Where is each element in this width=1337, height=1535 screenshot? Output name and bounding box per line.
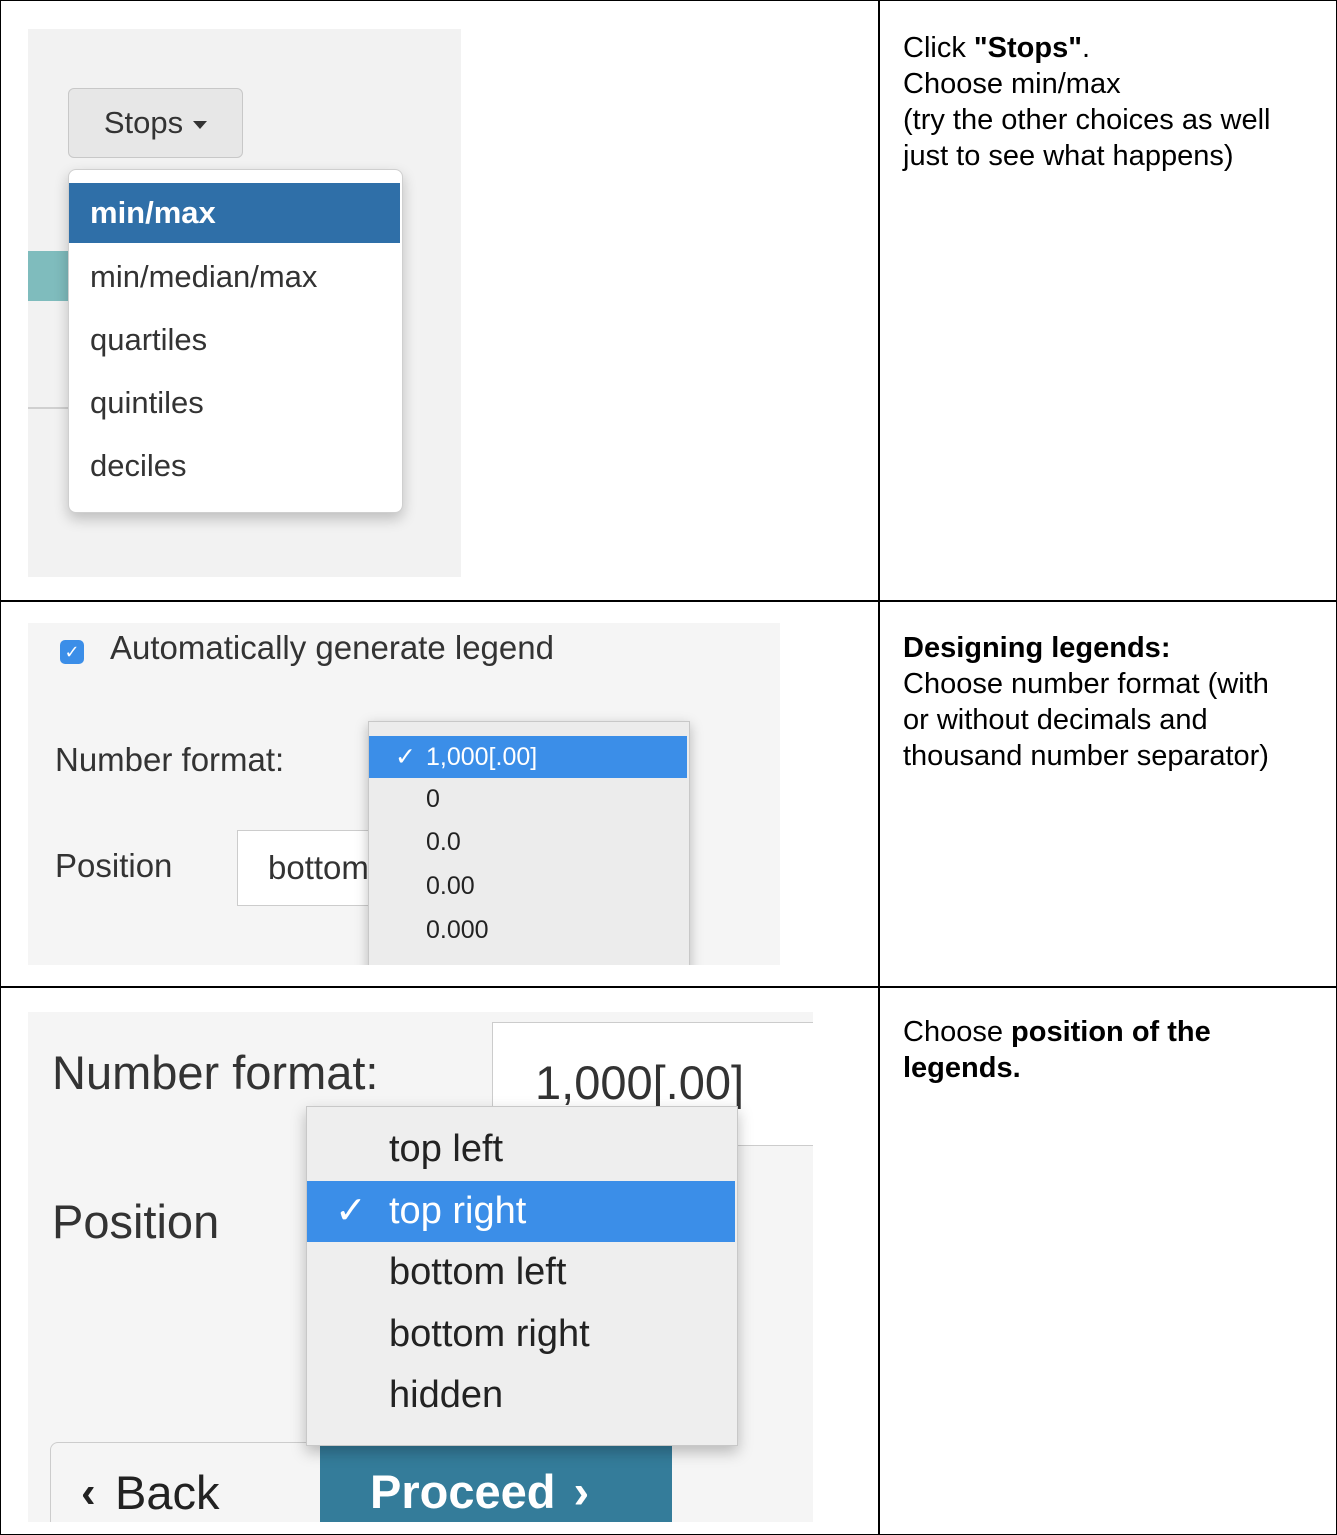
number-format-menu: ✓ 1,000[.00] 0 0.0 0.00 0.000: [368, 721, 690, 965]
menu-item-label: top right: [389, 1190, 527, 1232]
row-divider-1: [0, 600, 1337, 602]
instruction-bold: "Stops": [973, 32, 1082, 64]
chevron-right-icon: ›: [573, 1465, 590, 1518]
divider: [28, 407, 70, 409]
position-screenshot: Number format: 1,000[.00] Position ‹ Bac…: [28, 1012, 813, 1522]
instruction-text: .: [1081, 32, 1091, 64]
back-button[interactable]: ‹ Back: [50, 1442, 348, 1522]
instruction-line: or without decimals and: [903, 704, 1208, 736]
number-format-screenshot: ✓ Automatically generate legend Number f…: [28, 623, 780, 965]
menu-item-quartiles[interactable]: quartiles: [69, 310, 400, 370]
instruction-line: thousand number separator): [903, 740, 1269, 772]
caret-down-icon: [193, 120, 208, 129]
stops-button[interactable]: Stops: [68, 88, 243, 158]
number-format-label: Number format:: [52, 1046, 379, 1099]
position-label: Position: [52, 1195, 220, 1248]
row-divider-2: [0, 986, 1337, 988]
menu-item-quintiles[interactable]: quintiles: [69, 373, 400, 433]
instruction-line: Choose number format (with: [903, 668, 1269, 700]
checkmark-icon: ✓: [395, 743, 416, 771]
menu-item-format-0-0[interactable]: 0.0: [369, 821, 687, 863]
position-menu: top left ✓ top right bottom left bottom …: [306, 1106, 738, 1446]
instruction-text: Choose: [903, 1016, 1012, 1048]
chevron-left-icon: ‹: [81, 1468, 96, 1517]
instruction-line: (try the other choices as well: [903, 104, 1271, 136]
checkbox-label: Automatically generate legend: [110, 629, 554, 666]
proceed-button-label: Proceed: [370, 1465, 556, 1518]
legend-checkbox[interactable]: ✓: [60, 640, 84, 664]
instruction-bold: Designing legends:: [903, 632, 1171, 664]
number-format-label: Number format:: [55, 741, 285, 778]
menu-item-min-median-max[interactable]: min/median/max: [69, 247, 400, 307]
color-swatch: [28, 251, 70, 301]
menu-item-bottom-right[interactable]: bottom right: [307, 1304, 735, 1365]
instruction-line: just to see what happens): [903, 140, 1234, 172]
stops-button-label: Stops: [103, 105, 184, 140]
stops-menu: min/max min/median/max quartiles quintil…: [68, 169, 403, 513]
checkmark-icon: ✓: [335, 1190, 367, 1232]
proceed-button[interactable]: Proceed ›: [320, 1442, 672, 1522]
position-label: Position: [55, 847, 173, 884]
menu-item-hidden[interactable]: hidden: [307, 1365, 735, 1426]
stops-screenshot: Stops min/max min/median/max quartiles q…: [28, 29, 461, 577]
menu-item-format-0-00[interactable]: 0.00: [369, 865, 687, 907]
menu-item-deciles[interactable]: deciles: [69, 436, 400, 496]
instruction-2: Designing legends: Choose number format …: [879, 630, 1335, 774]
menu-item-top-right[interactable]: ✓ top right: [307, 1181, 735, 1242]
instruction-text: Click: [903, 32, 974, 64]
menu-item-top-left[interactable]: top left: [307, 1119, 735, 1180]
menu-item-min-max[interactable]: min/max: [69, 183, 400, 243]
menu-item-format-0[interactable]: 0: [369, 778, 687, 820]
menu-item-bottom-left[interactable]: bottom left: [307, 1242, 735, 1303]
menu-item-format-1000[interactable]: ✓ 1,000[.00]: [369, 736, 687, 778]
menu-item-label: 1,000[.00]: [426, 743, 538, 771]
menu-item-format-0-000[interactable]: 0.000: [369, 909, 687, 951]
back-button-label: Back: [115, 1466, 220, 1519]
instruction-line: Choose min/max: [903, 68, 1121, 100]
instruction-1: Click "Stops". Choose min/max (try the o…: [879, 30, 1335, 174]
instruction-3: Choose position of the legends.: [879, 1014, 1335, 1086]
